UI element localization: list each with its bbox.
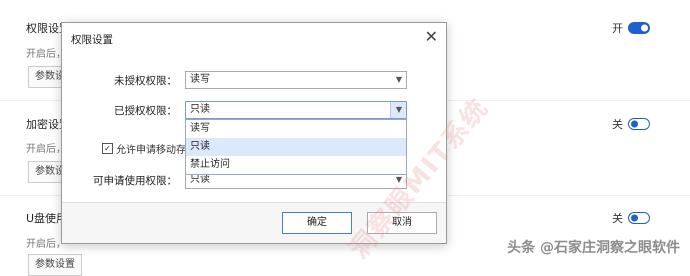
toggle-label-permissions: 开	[612, 22, 623, 35]
authorized-permission-select[interactable]: 只读 ▼	[185, 101, 407, 119]
dropdown-option-read-only[interactable]: 只读	[186, 138, 406, 156]
chevron-down-icon: ▼	[395, 75, 402, 84]
toggle-switch-on[interactable]	[628, 22, 650, 34]
dropdown-option-no-access[interactable]: 禁止访问	[186, 156, 406, 174]
unauthorized-permission-select[interactable]: 读写 ▼	[185, 71, 407, 89]
toggle-permissions[interactable]: 开	[612, 20, 650, 36]
toggle-knob	[631, 120, 638, 128]
allow-request-checkbox-row[interactable]: ✓ 允许申请移动存储	[102, 141, 196, 156]
toggle-label-encryption: 关	[612, 118, 623, 131]
dropdown-option-read-write[interactable]: 读写	[186, 120, 406, 138]
dialog-footer: 确定 取消	[62, 202, 446, 243]
authorized-permission-dropdown: 读写 只读 禁止访问	[185, 119, 407, 175]
close-icon[interactable]: ✕	[425, 27, 438, 46]
authorized-permission-value: 只读	[190, 104, 210, 115]
cancel-button[interactable]: 取消	[367, 212, 437, 234]
toggle-encryption[interactable]: 关	[612, 116, 650, 132]
toggle-knob	[631, 214, 638, 222]
section-desc-encryption: 开启后，	[26, 144, 66, 155]
applicable-permission-value: 只读	[190, 174, 210, 185]
toggle-usb[interactable]: 关	[612, 210, 650, 226]
toggle-label-usb: 关	[612, 212, 623, 225]
toggle-knob	[641, 24, 648, 32]
params-button-usb[interactable]: 参数设置	[28, 254, 82, 276]
ok-button[interactable]: 确定	[282, 212, 352, 234]
authorized-permission-label: 已授权权限：	[114, 105, 177, 117]
applicable-permission-label: 可申请使用权限：	[93, 175, 177, 187]
checkbox-checked[interactable]: ✓	[102, 143, 113, 154]
dialog-title: 权限设置	[71, 34, 113, 46]
unauthorized-permission-label: 未授权权限：	[114, 75, 177, 87]
section-desc-usb: 开启后，	[26, 239, 66, 250]
toggle-switch-off[interactable]	[628, 212, 650, 224]
chevron-down-icon: ▼	[395, 105, 402, 114]
permission-settings-dialog: 权限设置 ✕ 未授权权限： 读写 ▼ 已授权权限： 只读 ▼ ✓ 允许申请移动存…	[61, 22, 447, 244]
corner-watermark: 头条 @石家庄洞察之眼软件	[507, 240, 680, 256]
checkbox-label: 允许申请移动存储	[116, 145, 196, 156]
section-desc-permissions: 开启后，	[26, 49, 66, 60]
toggle-switch-off[interactable]	[628, 118, 650, 130]
unauthorized-permission-value: 读写	[190, 74, 210, 85]
